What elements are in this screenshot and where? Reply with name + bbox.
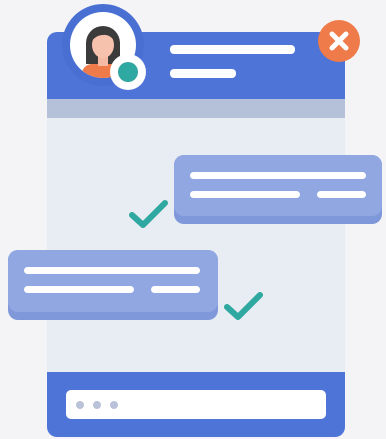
typing-dot [93, 401, 101, 409]
header-title-line [170, 45, 295, 54]
online-status-indicator [110, 54, 146, 90]
message-text-line [24, 286, 134, 293]
message-text-line [190, 172, 366, 179]
message-text-line [151, 286, 200, 293]
message-text-line [24, 267, 200, 274]
message-bubble-incoming [8, 250, 218, 320]
close-button[interactable] [318, 20, 360, 62]
chat-illustration [0, 0, 386, 439]
header-subtitle-line [170, 69, 236, 78]
close-icon [329, 31, 349, 51]
check-icon [224, 292, 263, 320]
message-text-line [190, 191, 300, 198]
typing-dot [76, 401, 84, 409]
message-text-line [317, 191, 366, 198]
message-input[interactable] [66, 390, 326, 419]
status-dot-icon [118, 62, 138, 82]
chat-subheader [47, 99, 345, 118]
check-icon [129, 200, 168, 228]
chat-window [47, 32, 345, 437]
message-bubble-outgoing [174, 155, 382, 224]
typing-dot [110, 401, 118, 409]
